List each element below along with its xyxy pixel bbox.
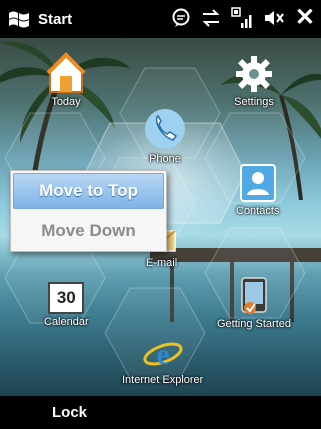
tile-calendar[interactable]: 30 Calendar xyxy=(44,282,89,328)
move-down-menu-item[interactable]: Move Down xyxy=(13,213,164,249)
windows-flag-icon xyxy=(9,11,29,28)
context-menu: Move to Top Move Down xyxy=(10,170,167,252)
close-icon[interactable]: ✕ xyxy=(295,6,315,30)
start-button[interactable]: Start xyxy=(8,9,72,29)
tile-phone[interactable]: Phone xyxy=(143,107,187,165)
tile-internet-explorer-label: Internet Explorer xyxy=(122,374,204,386)
tile-calendar-label: Calendar xyxy=(44,316,89,328)
tile-getting-started[interactable]: Getting Started xyxy=(217,276,291,330)
svg-text:e: e xyxy=(156,338,169,371)
tile-contacts[interactable]: Contacts xyxy=(236,163,279,217)
start-label: Start xyxy=(38,10,73,28)
contact-card-icon xyxy=(239,164,276,202)
house-icon xyxy=(46,52,86,93)
data-sync-icon[interactable] xyxy=(201,8,221,28)
speaker-mute-icon[interactable] xyxy=(263,8,285,28)
status-icons: ✕ xyxy=(171,6,315,30)
tile-email-label: E-mail xyxy=(146,257,178,269)
calendar-icon: 30 xyxy=(48,282,85,314)
start-screen: Start ✕ Today Settings Phone Contacts E-… xyxy=(0,0,321,429)
soft-key-bar: Lock xyxy=(0,396,321,429)
tile-today-label: Today xyxy=(51,96,81,108)
status-bar: Start ✕ xyxy=(0,0,321,38)
tile-today[interactable]: Today xyxy=(46,52,86,108)
lock-button[interactable]: Lock xyxy=(52,404,87,421)
tile-contacts-label: Contacts xyxy=(236,205,280,217)
gear-icon xyxy=(236,56,272,92)
tile-settings[interactable]: Settings xyxy=(234,52,274,108)
getting-started-icon xyxy=(241,277,267,314)
tile-getting-started-label: Getting Started xyxy=(217,318,291,330)
internet-explorer-icon: e xyxy=(143,338,183,371)
move-to-top-menu-item[interactable]: Move to Top xyxy=(13,173,164,209)
signal-strength-icon[interactable] xyxy=(231,7,253,29)
tile-internet-explorer[interactable]: e Internet Explorer xyxy=(122,334,203,386)
tile-settings-label: Settings xyxy=(234,96,274,108)
chat-icon[interactable] xyxy=(171,8,191,28)
phone-icon xyxy=(145,109,185,149)
tile-phone-label: Phone xyxy=(149,153,181,165)
